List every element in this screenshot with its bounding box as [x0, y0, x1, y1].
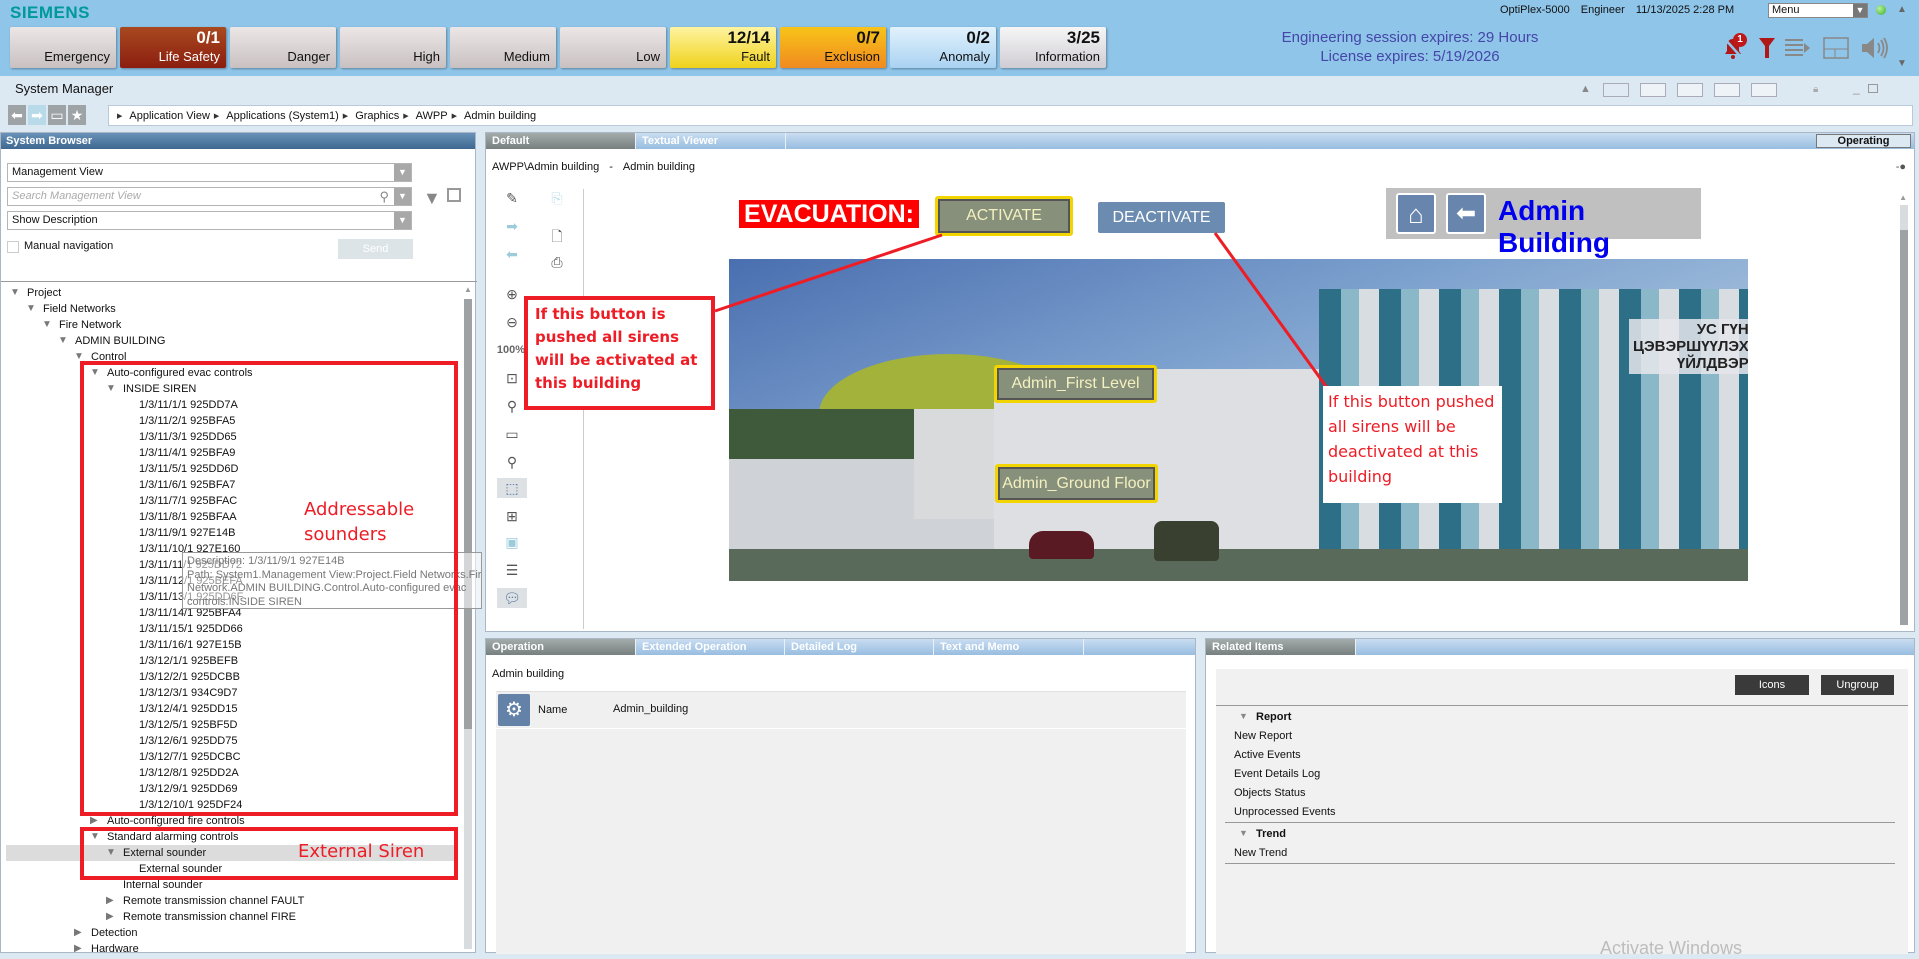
name-value: Admin_building [613, 703, 689, 715]
related-group-title[interactable]: Report [1256, 711, 1291, 723]
tab-operation[interactable]: Operation [486, 639, 636, 655]
related-item[interactable]: Active Events [1234, 749, 1301, 761]
annotation-activate-note: If this button is pushed all sirens will… [524, 296, 715, 410]
tab-text-and-memo[interactable]: Text and Memo [934, 639, 1084, 655]
gears-icon: ⚙ [498, 694, 530, 726]
expand-arrow-icon[interactable]: ▼ [1239, 828, 1248, 838]
annotation-line-deactivate [1213, 232, 1330, 390]
related-item[interactable]: New Report [1234, 730, 1292, 742]
object-title: Admin building [492, 668, 565, 680]
windows-watermark: Activate Windows [1600, 938, 1743, 958]
related-item[interactable]: New Trend [1234, 847, 1287, 859]
property-area: ⚙ Name Admin_building [496, 691, 1186, 954]
related-item[interactable]: Objects Status [1234, 787, 1306, 799]
related-item[interactable]: Event Details Log [1234, 768, 1320, 780]
name-label: Name [538, 704, 568, 716]
expand-arrow-icon[interactable]: ▼ [1239, 711, 1248, 721]
annotation-deactivate-note: If this button pushed all sirens will be… [1323, 386, 1502, 503]
divider [1216, 705, 1908, 706]
tab-extended-operation[interactable]: Extended Operation [636, 639, 785, 655]
related-group-title[interactable]: Trend [1256, 828, 1286, 840]
tab-detailed-log[interactable]: Detailed Log [785, 639, 934, 655]
operation-panel: Operation Extended Operation Detailed Lo… [485, 638, 1196, 954]
divider [1225, 863, 1895, 864]
tab-related-items[interactable]: Related Items [1206, 639, 1356, 655]
icons-button[interactable]: Icons [1735, 675, 1809, 695]
divider [1225, 822, 1895, 823]
related-item[interactable]: Unprocessed Events [1234, 806, 1336, 818]
ungroup-button[interactable]: Ungroup [1821, 675, 1894, 695]
divider [496, 728, 1186, 729]
related-tabbar: Related Items [1206, 639, 1914, 655]
related-items-panel: Related Items Icons Ungroup [1205, 638, 1915, 954]
annotation-line-activate [714, 233, 943, 313]
operation-tabbar: Operation Extended Operation Detailed Lo… [486, 639, 1195, 655]
